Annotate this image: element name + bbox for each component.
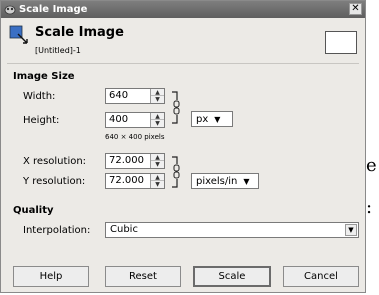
header-title: Scale Image <box>35 25 124 40</box>
y-resolution-value[interactable]: 72.000 <box>109 175 144 186</box>
scale-button-label: Scale <box>218 271 246 282</box>
scale-image-dialog: Scale Image ✕ Scale Image [Untitled]-1 I… <box>0 0 366 293</box>
dropdown-arrow-icon: ▼ <box>214 114 221 124</box>
width-label: Width: <box>23 91 56 102</box>
spin-up-icon[interactable]: ▲ <box>151 89 164 96</box>
reset-button-label: Reset <box>129 271 157 282</box>
help-button[interactable]: Help <box>13 266 89 287</box>
cancel-button-label: Cancel <box>304 271 338 282</box>
scale-image-icon <box>9 25 28 44</box>
header-separator <box>7 63 359 64</box>
interpolation-label: Interpolation: <box>23 225 91 236</box>
width-spinbox[interactable]: 640 ▲ ▼ <box>105 88 165 104</box>
interpolation-value: Cubic <box>110 224 138 235</box>
height-spinbox[interactable]: 400 ▲ ▼ <box>105 112 165 128</box>
height-value[interactable]: 400 <box>109 114 128 125</box>
y-resolution-label: Y resolution: <box>23 176 86 187</box>
resolution-chain-link-icon[interactable] <box>170 153 182 191</box>
chain-link-icon[interactable] <box>170 88 182 128</box>
size-units-value: px <box>196 113 209 125</box>
reset-button[interactable]: Reset <box>105 266 181 287</box>
background-text-fragment: : <box>366 197 373 218</box>
y-resolution-spin-arrows[interactable]: ▲ ▼ <box>150 174 164 188</box>
x-resolution-value[interactable]: 72.000 <box>109 155 144 166</box>
resolution-units-value: pixels/in <box>196 175 238 187</box>
resolution-units-dropdown[interactable]: pixels/in ▼ <box>191 173 259 189</box>
image-preview-thumbnail <box>325 31 357 54</box>
close-icon: ✕ <box>351 3 360 14</box>
background-text-fragment: e <box>366 155 377 176</box>
spin-up-icon[interactable]: ▲ <box>151 174 164 181</box>
x-resolution-spinbox[interactable]: 72.000 ▲ ▼ <box>105 153 165 169</box>
window-title: Scale Image <box>19 4 88 15</box>
scale-button[interactable]: Scale <box>193 266 271 287</box>
quality-section-title: Quality <box>13 205 54 216</box>
x-resolution-spin-arrows[interactable]: ▲ ▼ <box>150 154 164 168</box>
dropdown-arrow-icon[interactable]: ▼ <box>345 224 357 236</box>
size-units-dropdown[interactable]: px ▼ <box>191 111 233 127</box>
header-subtitle: [Untitled]-1 <box>35 46 81 55</box>
image-size-section-title: Image Size <box>13 71 75 82</box>
dropdown-arrow-icon: ▼ <box>243 176 250 186</box>
spin-down-icon[interactable]: ▼ <box>151 96 164 103</box>
height-spin-arrows[interactable]: ▲ ▼ <box>150 113 164 127</box>
pixel-dimensions-hint: 640 × 400 pixels <box>105 133 165 141</box>
width-spin-arrows[interactable]: ▲ ▼ <box>150 89 164 103</box>
help-button-label: Help <box>39 271 63 282</box>
width-value[interactable]: 640 <box>109 90 128 101</box>
spin-down-icon[interactable]: ▼ <box>151 120 164 127</box>
spin-up-icon[interactable]: ▲ <box>151 154 164 161</box>
gimp-app-icon <box>4 5 16 15</box>
height-label: Height: <box>23 115 60 126</box>
interpolation-dropdown[interactable]: Cubic ▼ <box>105 222 359 238</box>
spin-down-icon[interactable]: ▼ <box>151 161 164 168</box>
spin-down-icon[interactable]: ▼ <box>151 181 164 188</box>
y-resolution-spinbox[interactable]: 72.000 ▲ ▼ <box>105 173 165 189</box>
title-bar[interactable]: Scale Image ✕ <box>1 1 365 18</box>
x-resolution-label: X resolution: <box>23 156 87 167</box>
dialog-header: Scale Image [Untitled]-1 <box>7 22 363 60</box>
close-button[interactable]: ✕ <box>349 3 362 15</box>
spin-up-icon[interactable]: ▲ <box>151 113 164 120</box>
cancel-button[interactable]: Cancel <box>283 266 359 287</box>
